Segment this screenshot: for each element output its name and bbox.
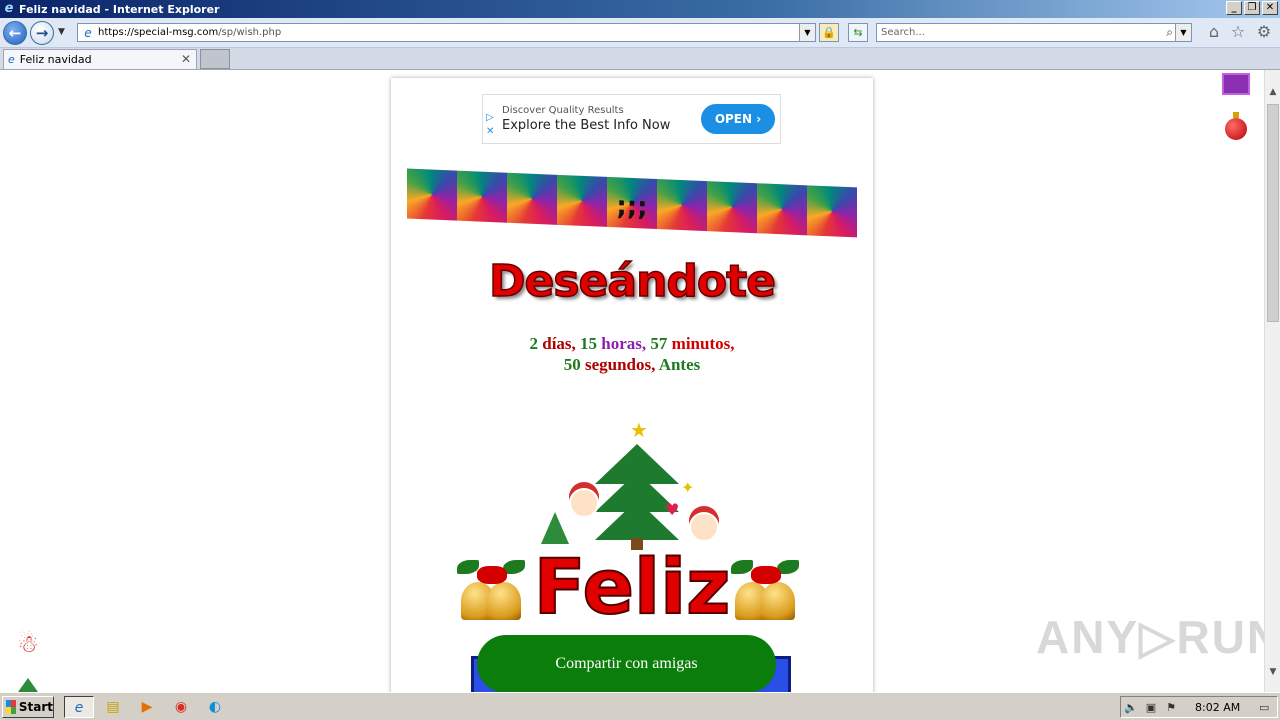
santa-icon: ☃	[17, 630, 39, 658]
home-icon[interactable]: ⌂	[1204, 22, 1224, 41]
banner-tile	[757, 183, 807, 236]
address-url[interactable]: https://special-msg.com/sp/wish.php	[98, 27, 281, 38]
banner-tile-center: ;;;	[607, 176, 657, 230]
small-tree-icon	[541, 512, 569, 544]
watermark: ANY▷RUN	[1036, 611, 1264, 663]
small-tree-icon	[18, 678, 38, 692]
tab-favicon-icon: e	[8, 53, 15, 66]
search-icon[interactable]: ⌕	[1166, 25, 1173, 40]
ad-play-icon[interactable]: ▷	[486, 112, 494, 123]
vertical-scrollbar[interactable]: ▲ ▼	[1264, 70, 1280, 692]
show-desktop-icon[interactable]: ▭	[1254, 701, 1274, 714]
search-box[interactable]: Search... ⌕ ▼	[876, 23, 1192, 42]
page-viewport: ▷ ✕ Discover Quality Results Explore the…	[0, 70, 1264, 692]
banner-tile	[707, 181, 757, 234]
gear-icon[interactable]: ⚙	[1254, 22, 1274, 41]
scroll-up-icon[interactable]: ▲	[1265, 84, 1280, 100]
tab-feliz-navidad[interactable]: e Feliz navidad ✕	[3, 49, 197, 69]
window-title-bar: e Feliz navidad - Internet Explorer _ ❐ …	[0, 0, 1280, 18]
christmas-tree-icon	[595, 434, 679, 550]
restore-button[interactable]: ❐	[1244, 1, 1260, 15]
network-icon[interactable]: ▣	[1141, 701, 1161, 714]
ad-close-icon[interactable]: ✕	[486, 126, 494, 137]
ad-open-button[interactable]: OPEN ›	[701, 104, 775, 134]
taskbar: Start e ▤ ▶ ◉ ◐ 🔈 ▣ ⚑ 8:02 AM ▭	[0, 692, 1280, 720]
address-dropdown-icon[interactable]: ▼	[799, 24, 815, 41]
system-tray: 🔈 ▣ ⚑ 8:02 AM ▭	[1120, 696, 1278, 718]
action-center-flag-icon[interactable]: ⚑	[1161, 701, 1181, 714]
window-title: Feliz navidad - Internet Explorer	[19, 2, 220, 16]
start-button[interactable]: Start	[2, 696, 54, 718]
taskbar-explorer-icon[interactable]: ▤	[98, 696, 128, 718]
banner-tile	[507, 172, 557, 225]
share-with-friends-button[interactable]: Compartir con amigas	[477, 635, 776, 692]
minimize-button[interactable]: _	[1226, 1, 1242, 15]
windows-logo-icon	[6, 700, 16, 714]
search-dropdown-icon[interactable]: ▼	[1175, 24, 1191, 41]
new-tab-button[interactable]	[200, 49, 230, 69]
favorites-star-icon[interactable]: ☆	[1228, 22, 1248, 41]
taskbar-media-player-icon[interactable]: ▶	[132, 696, 162, 718]
taskbar-edge-icon[interactable]: ◐	[200, 696, 230, 718]
santa-face-icon	[689, 512, 719, 542]
rainbow-banner: ;;;	[407, 168, 858, 246]
page-icon: e	[84, 25, 92, 40]
banner-tile	[457, 170, 507, 223]
ad-title: Explore the Best Info Now	[502, 118, 671, 133]
ornament-icon	[1225, 112, 1247, 140]
christmas-scene: ★ ♥ ✦	[541, 418, 727, 558]
feliz-title: Feliz	[533, 542, 732, 631]
gift-icon	[1222, 73, 1250, 95]
banner-tile	[657, 179, 707, 232]
heart-icon: ♥	[665, 500, 680, 519]
countdown-text: 2 días, 15 horas, 57 minutos, 50 segundo…	[529, 334, 735, 374]
address-bar[interactable]: e https://special-msg.com/sp/wish.php ▼	[77, 23, 816, 42]
heading-deseandote: Deseándote	[488, 255, 777, 308]
scroll-down-icon[interactable]: ▼	[1265, 664, 1280, 680]
window-controls: _ ❐ ✕	[1226, 1, 1278, 15]
message-card: ▷ ✕ Discover Quality Results Explore the…	[391, 78, 873, 692]
banner-tile	[807, 185, 857, 238]
arrow-right-icon: →	[35, 24, 49, 42]
sparkle-icon: ✦	[681, 478, 695, 497]
taskbar-ie-icon[interactable]: e	[64, 696, 94, 718]
ad-banner[interactable]: ▷ ✕ Discover Quality Results Explore the…	[482, 94, 781, 144]
forward-button[interactable]: →	[30, 21, 54, 45]
search-input[interactable]: Search...	[881, 27, 925, 38]
tab-row: e Feliz navidad ✕	[0, 48, 1280, 70]
scroll-thumb[interactable]	[1267, 104, 1279, 322]
clock[interactable]: 8:02 AM	[1195, 701, 1240, 714]
volume-icon[interactable]: 🔈	[1121, 701, 1141, 714]
back-button[interactable]: ←	[3, 21, 27, 45]
arrow-left-icon: ←	[8, 24, 22, 42]
close-tab-icon[interactable]: ✕	[181, 52, 191, 66]
close-button[interactable]: ✕	[1262, 1, 1278, 15]
ad-subtitle: Discover Quality Results	[502, 105, 624, 116]
taskbar-chrome-icon[interactable]: ◉	[166, 696, 196, 718]
tab-label: Feliz navidad	[19, 53, 92, 66]
security-lock-icon[interactable]: 🔒	[819, 23, 839, 42]
history-dropdown-icon[interactable]: ▼	[58, 27, 65, 37]
banner-tile	[407, 168, 457, 221]
navigation-bar: ← → ▼ e https://special-msg.com/sp/wish.…	[0, 18, 1280, 48]
banner-tile	[557, 174, 607, 227]
compatibility-refresh-icon[interactable]: ⇆	[848, 23, 868, 42]
banner-glyph: ;;;	[616, 191, 648, 223]
ie-logo-icon: e	[4, 1, 14, 16]
santa-face-icon	[569, 488, 599, 518]
